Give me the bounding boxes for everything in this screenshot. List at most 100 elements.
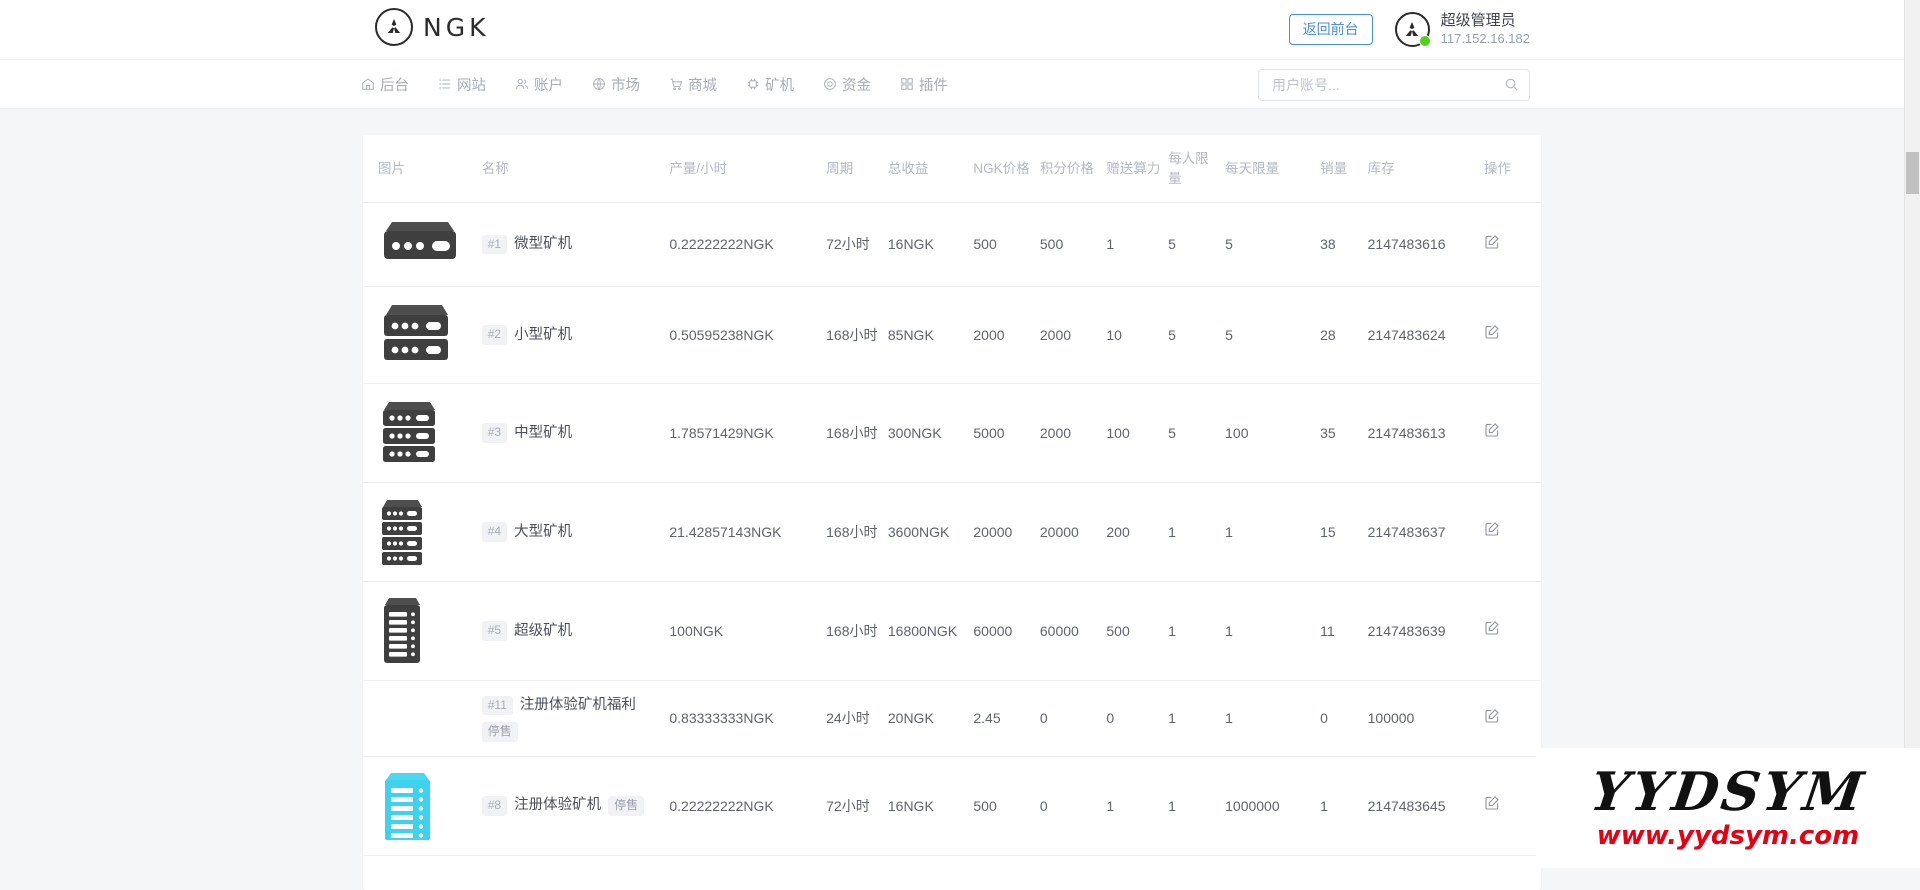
cell-revenue: 85NGK bbox=[888, 287, 974, 384]
cell-daily-limit: 1 bbox=[1225, 681, 1320, 757]
nav-item-shop[interactable]: 商城 bbox=[666, 70, 719, 99]
brand-logo[interactable]: NGK bbox=[375, 8, 489, 46]
edit-button[interactable] bbox=[1484, 795, 1500, 814]
cell-output: 0.22222222NGK bbox=[669, 756, 826, 855]
table-row[interactable]: #1 微型矿机 0.22222222NGK 72小时 16NGK 500 500… bbox=[363, 203, 1541, 287]
cell-stock: 2147483624 bbox=[1368, 287, 1484, 384]
cell-ngk-price: 60000 bbox=[973, 582, 1040, 681]
nav-item-miner[interactable]: 矿机 bbox=[743, 70, 796, 99]
cell-action bbox=[1484, 483, 1541, 582]
cell-action bbox=[1484, 384, 1541, 483]
cell-name: #3 中型矿机 bbox=[482, 384, 670, 483]
return-front-button[interactable]: 返回前台 bbox=[1289, 14, 1373, 45]
scrollbar-thumb[interactable] bbox=[1906, 152, 1919, 194]
watermark-url: www.yydsym.com bbox=[1597, 822, 1860, 851]
cell-name: #11 注册体验矿机福利 停售 bbox=[482, 681, 670, 757]
row-name: 注册体验矿机 bbox=[514, 795, 601, 816]
cell-name: #5 超级矿机 bbox=[482, 582, 670, 681]
cell-output: 0.22222222NGK bbox=[669, 203, 826, 287]
avatar[interactable] bbox=[1395, 12, 1430, 47]
nav-item-market[interactable]: 市场 bbox=[589, 70, 642, 99]
row-name: 小型矿机 bbox=[514, 325, 572, 346]
row-id-badge: #3 bbox=[482, 423, 507, 443]
row-name: 超级矿机 bbox=[514, 621, 572, 642]
cell-sold: 35 bbox=[1320, 384, 1368, 483]
cell-period: 24小时 bbox=[826, 681, 888, 757]
row-id-badge: #4 bbox=[482, 522, 507, 542]
cell-ngk-price: 20000 bbox=[973, 483, 1040, 582]
top-header: NGK 返回前台 超级管理员 117.152.16 bbox=[0, 0, 1920, 60]
row-id-badge: #2 bbox=[482, 325, 507, 345]
nav-label: 资金 bbox=[842, 74, 871, 95]
cell-output: 21.42857143NGK bbox=[669, 483, 826, 582]
cell-period: 168小时 bbox=[826, 384, 888, 483]
nav-item-account[interactable]: 账户 bbox=[512, 70, 565, 99]
nav-item-backend[interactable]: 后台 bbox=[358, 70, 411, 99]
watermark-title: YYDSYM bbox=[1587, 766, 1869, 819]
coin-icon bbox=[822, 77, 837, 92]
cell-image bbox=[363, 756, 482, 855]
edit-button[interactable] bbox=[1484, 234, 1500, 253]
cell-daily-limit: 1 bbox=[1225, 582, 1320, 681]
miner-5-dark-tower bbox=[378, 596, 426, 666]
edit-icon bbox=[1484, 324, 1500, 343]
edit-button[interactable] bbox=[1484, 324, 1500, 343]
nav-label: 市场 bbox=[611, 74, 640, 95]
cell-daily-limit: 1000000 bbox=[1225, 756, 1320, 855]
cell-output: 100NGK bbox=[669, 582, 826, 681]
col-period: 周期 bbox=[826, 135, 888, 203]
cell-power: 200 bbox=[1106, 483, 1168, 582]
table-row[interactable]: #2 小型矿机 0.50595238NGK 168小时 85NGK 2000 2… bbox=[363, 287, 1541, 384]
cell-output: 1.78571429NGK bbox=[669, 384, 826, 483]
cell-stock: 2147483613 bbox=[1368, 384, 1484, 483]
nav-item-plugin[interactable]: 插件 bbox=[897, 70, 950, 99]
col-name: 名称 bbox=[482, 135, 670, 203]
row-id-badge: #8 bbox=[482, 796, 507, 816]
table-row[interactable]: #5 超级矿机 100NGK 168小时 16800NGK 60000 6000… bbox=[363, 582, 1541, 681]
cell-point-price: 2000 bbox=[1040, 287, 1107, 384]
home-icon bbox=[360, 77, 375, 92]
page-scrollbar[interactable] bbox=[1904, 0, 1920, 868]
cell-output: 0.83333333NGK bbox=[669, 681, 826, 757]
table-row[interactable]: #8 注册体验矿机 停售 0.22222222NGK 72小时 16NGK 50… bbox=[363, 756, 1541, 855]
cell-period: 168小时 bbox=[826, 582, 888, 681]
edit-button[interactable] bbox=[1484, 422, 1500, 441]
search-input[interactable] bbox=[1258, 69, 1530, 101]
cell-image bbox=[363, 681, 482, 757]
search-icon[interactable] bbox=[1504, 77, 1519, 95]
cell-revenue: 16NGK bbox=[888, 756, 974, 855]
row-id-badge: #11 bbox=[482, 696, 513, 716]
cell-power: 500 bbox=[1106, 582, 1168, 681]
chip-icon bbox=[745, 77, 760, 92]
cell-sold: 1 bbox=[1320, 756, 1368, 855]
cell-action bbox=[1484, 681, 1541, 757]
edit-button[interactable] bbox=[1484, 521, 1500, 540]
nav-item-website[interactable]: 网站 bbox=[435, 70, 488, 99]
cell-stock: 2147483637 bbox=[1368, 483, 1484, 582]
table-head: 图片 名称 产量/小时 周期 总收益 NGK价格 积分价格 赠送算力 每人限量 … bbox=[363, 135, 1541, 203]
edit-button[interactable] bbox=[1484, 708, 1500, 727]
cell-image bbox=[363, 203, 482, 287]
cell-per-limit: 5 bbox=[1168, 203, 1225, 287]
edit-button[interactable] bbox=[1484, 620, 1500, 639]
user-menu[interactable]: 超级管理员 117.152.16.182 bbox=[1395, 12, 1530, 47]
status-badge: 停售 bbox=[482, 722, 518, 742]
table-row[interactable]: #4 大型矿机 21.42857143NGK 168小时 3600NGK 200… bbox=[363, 483, 1541, 582]
cell-per-limit: 1 bbox=[1168, 681, 1225, 757]
table-row[interactable]: #3 中型矿机 1.78571429NGK 168小时 300NGK 5000 … bbox=[363, 384, 1541, 483]
nav-label: 后台 bbox=[380, 74, 409, 95]
cell-per-limit: 5 bbox=[1168, 287, 1225, 384]
table-header-row: 图片 名称 产量/小时 周期 总收益 NGK价格 积分价格 赠送算力 每人限量 … bbox=[363, 135, 1541, 203]
cell-power: 0 bbox=[1106, 681, 1168, 757]
status-badge: 停售 bbox=[608, 796, 644, 816]
col-output: 产量/小时 bbox=[669, 135, 826, 203]
table-row[interactable]: #11 注册体验矿机福利 停售 0.83333333NGK 24小时 20NGK… bbox=[363, 681, 1541, 757]
brand-text: NGK bbox=[423, 13, 489, 42]
cell-daily-limit: 5 bbox=[1225, 287, 1320, 384]
user-name: 超级管理员 bbox=[1441, 12, 1530, 31]
nav-item-funds[interactable]: 资金 bbox=[820, 70, 873, 99]
cell-period: 168小时 bbox=[826, 287, 888, 384]
cell-stock: 2147483639 bbox=[1368, 582, 1484, 681]
cell-point-price: 0 bbox=[1040, 681, 1107, 757]
row-name: 注册体验矿机福利 bbox=[520, 695, 636, 716]
